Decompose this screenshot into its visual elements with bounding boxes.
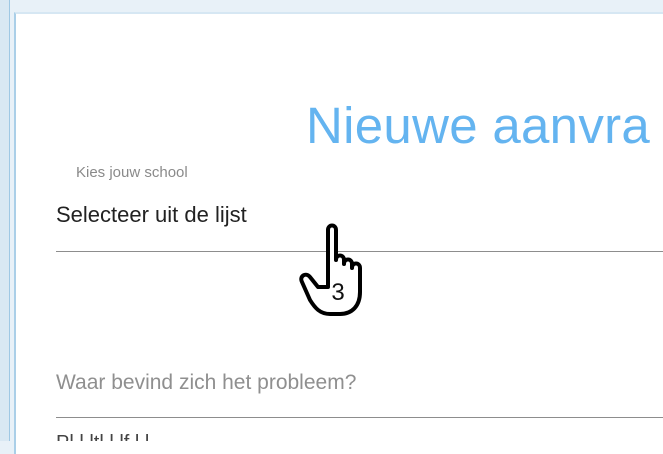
step-number: 3 <box>331 279 344 306</box>
next-field-label: Pl l ltl l lf l l <box>56 432 149 441</box>
school-select-value: Selecteer uit de lijst <box>56 202 247 227</box>
hand-pointer-icon: 3 <box>299 223 362 316</box>
next-field-label-cutoff: Pl l ltl l lf l l <box>56 432 576 441</box>
school-field-caption: Kies jouw school <box>76 164 188 181</box>
problem-location-input[interactable] <box>56 364 656 402</box>
window-edge <box>0 0 10 441</box>
problem-location-underline <box>56 417 663 418</box>
app-frame: Nieuwe aanvra Kies jouw school Selecteer… <box>0 0 663 454</box>
problem-location-field[interactable] <box>56 364 663 418</box>
page-title: Nieuwe aanvra <box>306 97 651 154</box>
